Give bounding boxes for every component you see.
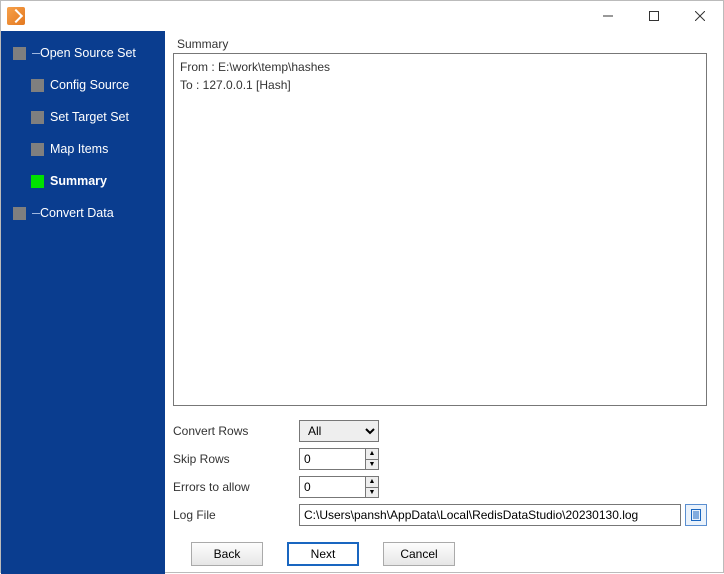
titlebar — [1, 1, 723, 31]
wizard-step[interactable]: Convert Data — [1, 197, 165, 229]
summary-to-line: To : 127.0.0.1 [Hash] — [180, 76, 700, 94]
step-marker-icon — [13, 47, 26, 60]
app-icon — [7, 7, 25, 25]
step-label: Config Source — [50, 78, 129, 92]
skip-rows-up-icon[interactable]: ▲ — [366, 449, 378, 460]
wizard-step[interactable]: Summary — [1, 165, 165, 197]
wizard-step[interactable]: Open Source Set — [1, 37, 165, 69]
wizard-step[interactable]: Set Target Set — [1, 101, 165, 133]
log-file-label: Log File — [173, 508, 299, 522]
step-marker-icon — [31, 111, 44, 124]
log-file-input[interactable] — [299, 504, 681, 526]
skip-rows-label: Skip Rows — [173, 452, 299, 466]
titlebar-left — [7, 7, 25, 25]
wizard-step[interactable]: Map Items — [1, 133, 165, 165]
options-form: Convert Rows All Skip Rows ▲ ▼ Errors to — [173, 420, 707, 526]
window-controls — [585, 1, 723, 31]
errors-down-icon[interactable]: ▼ — [366, 488, 378, 498]
step-marker-icon — [13, 207, 26, 220]
errors-label: Errors to allow — [173, 480, 299, 494]
step-marker-icon — [31, 175, 44, 188]
convert-rows-select[interactable]: All — [299, 420, 379, 442]
skip-rows-down-icon[interactable]: ▼ — [366, 460, 378, 470]
cancel-button[interactable]: Cancel — [383, 542, 455, 566]
wizard-sidebar: Open Source Set Config Source Set Target S… — [1, 31, 165, 574]
document-icon — [689, 508, 703, 522]
step-marker-icon — [31, 143, 44, 156]
step-label: Open Source Set — [40, 46, 136, 60]
step-label: Summary — [50, 174, 107, 188]
summary-from-line: From : E:\work\temp\hashes — [180, 58, 700, 76]
wizard-button-row: Back Next Cancel — [173, 542, 707, 566]
errors-spinner[interactable]: ▲ ▼ — [299, 476, 379, 498]
minimize-button[interactable] — [585, 1, 631, 31]
section-title: Summary — [173, 37, 707, 53]
step-label: Map Items — [50, 142, 108, 156]
maximize-button[interactable] — [631, 1, 677, 31]
summary-textarea[interactable]: From : E:\work\temp\hashes To : 127.0.0.… — [173, 53, 707, 406]
convert-rows-label: Convert Rows — [173, 424, 299, 438]
wizard-step[interactable]: Config Source — [1, 69, 165, 101]
close-button[interactable] — [677, 1, 723, 31]
back-button[interactable]: Back — [191, 542, 263, 566]
next-button[interactable]: Next — [287, 542, 359, 566]
skip-rows-spinner[interactable]: ▲ ▼ — [299, 448, 379, 470]
step-label: Convert Data — [40, 206, 114, 220]
step-marker-icon — [31, 79, 44, 92]
errors-input[interactable] — [300, 477, 365, 497]
client-area: Open Source Set Config Source Set Target S… — [1, 31, 723, 574]
step-label: Set Target Set — [50, 110, 129, 124]
errors-up-icon[interactable]: ▲ — [366, 477, 378, 488]
main-panel: Summary From : E:\work\temp\hashes To : … — [165, 31, 723, 574]
skip-rows-input[interactable] — [300, 449, 365, 469]
log-file-browse-button[interactable] — [685, 504, 707, 526]
